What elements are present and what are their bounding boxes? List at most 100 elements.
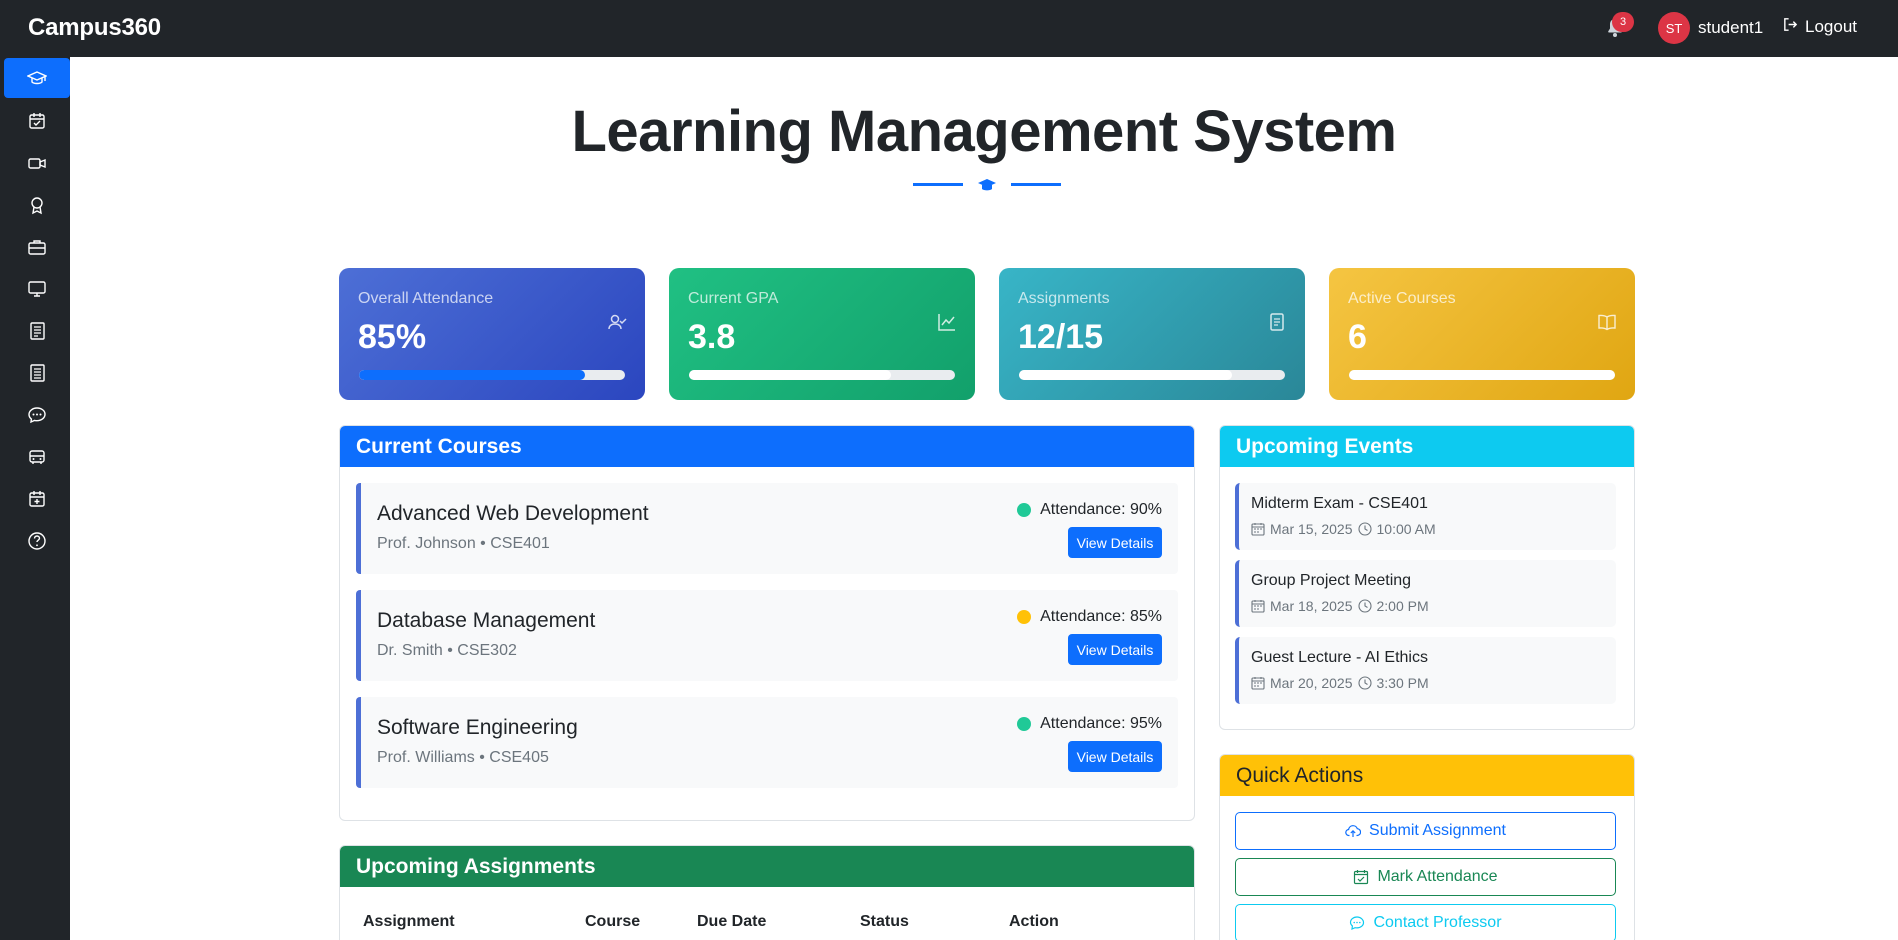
attendance-indicator: Attendance: 90% — [1017, 501, 1162, 519]
course-name: Advanced Web Development — [377, 502, 649, 525]
calendar-plus-icon — [29, 491, 45, 507]
course-meta: Dr. Smith • CSE302 — [377, 642, 517, 659]
monitor-icon — [28, 281, 46, 297]
stat-value: 6 — [1348, 318, 1367, 356]
stat-value: 3.8 — [688, 318, 736, 356]
course-card: Database Management Dr. Smith • CSE302 A… — [356, 590, 1178, 681]
sidebar-item-attendance[interactable] — [4, 101, 70, 141]
mark-attendance-button[interactable]: Mark Attendance — [1235, 858, 1616, 896]
upcoming-events-panel: Upcoming Events Midterm Exam - CSE401 Ma… — [1219, 425, 1635, 730]
stat-label: Assignments — [1018, 290, 1110, 307]
sidebar-item-notes[interactable] — [4, 311, 70, 351]
event-item[interactable]: Midterm Exam - CSE401 Mar 15, 2025 10:00… — [1235, 483, 1616, 550]
submit-assignment-button[interactable]: Submit Assignment — [1235, 812, 1616, 850]
stat-progress-fill — [1349, 370, 1615, 380]
sidebar-item-help[interactable] — [4, 521, 70, 561]
sidebar-item-online-classes[interactable] — [4, 269, 70, 309]
view-details-button[interactable]: View Details — [1068, 634, 1162, 665]
stat-label: Current GPA — [688, 290, 779, 307]
event-title: Group Project Meeting — [1251, 572, 1412, 589]
stat-value: 12/15 — [1018, 318, 1104, 356]
chart-line-icon — [938, 314, 955, 331]
user-check-icon — [608, 314, 627, 330]
column-header-action[interactable]: Action — [1009, 913, 1059, 931]
clock-icon — [1357, 522, 1372, 536]
calendar-icon — [1251, 600, 1265, 613]
stat-label: Overall Attendance — [358, 290, 494, 307]
event-date: Mar 18, 2025 — [1270, 598, 1353, 614]
logout-label: Logout — [1805, 17, 1857, 36]
chat-icon — [28, 407, 46, 424]
sidebar-item-transport[interactable] — [4, 437, 70, 477]
stat-progress — [1349, 370, 1615, 380]
course-meta: Prof. Williams • CSE405 — [377, 749, 549, 766]
username[interactable]: student1 — [1698, 18, 1763, 38]
calendar-icon — [1251, 677, 1265, 690]
title-divider — [913, 175, 1061, 195]
column-header-due-date[interactable]: Due Date — [697, 913, 766, 931]
contact-professor-button[interactable]: Contact Professor — [1235, 904, 1616, 940]
attendance-indicator: Attendance: 85% — [1017, 608, 1162, 626]
course-meta: Prof. Johnson • CSE401 — [377, 535, 550, 552]
upcoming-assignments-panel: Upcoming Assignments — [339, 845, 1195, 940]
stat-card-assignments: Assignments 12/15 — [999, 268, 1305, 400]
book-open-icon — [1598, 314, 1616, 331]
bus-icon — [29, 450, 45, 464]
event-title: Guest Lecture - AI Ethics — [1251, 649, 1428, 666]
event-item[interactable]: Group Project Meeting Mar 18, 2025 2:00 … — [1235, 560, 1616, 627]
column-header-course[interactable]: Course — [585, 913, 640, 931]
stat-progress-fill — [1019, 370, 1232, 380]
sidebar-item-placements[interactable] — [4, 227, 70, 267]
column-header-assignment[interactable]: Assignment — [363, 913, 455, 931]
sidebar-item-messages[interactable] — [4, 395, 70, 435]
quick-actions-panel: Quick Actions Submit Assignment Mark Att… — [1219, 754, 1635, 940]
video-camera-icon — [28, 158, 46, 169]
briefcase-icon — [28, 240, 46, 255]
stat-label: Active Courses — [1348, 290, 1456, 307]
event-time: 10:00 AM — [1376, 521, 1436, 537]
sidebar-item-achievements[interactable] — [4, 185, 70, 225]
attendance-dot — [1017, 610, 1032, 624]
chat-icon — [1350, 916, 1365, 930]
graduation-cap-icon — [27, 71, 47, 85]
notification-badge: 3 — [1612, 12, 1634, 32]
stat-card-attendance: Overall Attendance 85% — [339, 268, 645, 400]
award-icon — [31, 197, 43, 215]
attendance-dot — [1017, 503, 1032, 517]
event-item[interactable]: Guest Lecture - AI Ethics Mar 20, 2025 3… — [1235, 637, 1616, 704]
logout-button[interactable]: Logout — [1782, 16, 1857, 38]
course-card: Software Engineering Prof. Williams • CS… — [356, 697, 1178, 788]
course-name: Database Management — [377, 609, 596, 632]
event-meta: Mar 18, 2025 2:00 PM — [1251, 598, 1429, 614]
sidebar-item-video[interactable] — [4, 143, 70, 183]
stat-progress-fill — [689, 370, 892, 380]
stat-card-gpa: Current GPA 3.8 — [669, 268, 975, 400]
help-circle-icon — [28, 532, 46, 550]
column-header-status[interactable]: Status — [860, 913, 909, 931]
clock-icon — [1357, 599, 1372, 613]
course-name: Software Engineering — [377, 716, 578, 739]
calendar-check-icon — [1354, 870, 1369, 885]
view-details-button[interactable]: View Details — [1068, 527, 1162, 558]
calendar-icon — [1251, 523, 1265, 536]
sidebar-item-courses[interactable] — [4, 58, 70, 98]
attendance-dot — [1017, 717, 1032, 731]
stat-card-active-courses: Active Courses 6 — [1329, 268, 1635, 400]
logout-icon — [1782, 16, 1799, 38]
panel-header: Quick Actions — [1220, 755, 1634, 796]
view-details-button[interactable]: View Details — [1068, 741, 1162, 772]
stat-progress-fill — [359, 370, 586, 380]
sidebar-item-events[interactable] — [4, 479, 70, 519]
event-time: 2:00 PM — [1376, 598, 1429, 614]
attendance-text: Attendance: 85% — [1040, 608, 1162, 625]
quick-action-label: Mark Attendance — [1377, 868, 1498, 885]
sidebar — [0, 57, 70, 940]
sidebar-item-reports[interactable] — [4, 353, 70, 393]
attendance-text: Attendance: 90% — [1040, 501, 1162, 518]
attendance-indicator: Attendance: 95% — [1017, 715, 1162, 733]
avatar[interactable]: ST — [1658, 12, 1690, 44]
panel-header: Current Courses — [340, 426, 1194, 467]
file-text-icon — [1270, 313, 1284, 331]
quick-action-label: Contact Professor — [1373, 914, 1502, 931]
brand-logo[interactable]: Campus360 — [28, 14, 161, 42]
